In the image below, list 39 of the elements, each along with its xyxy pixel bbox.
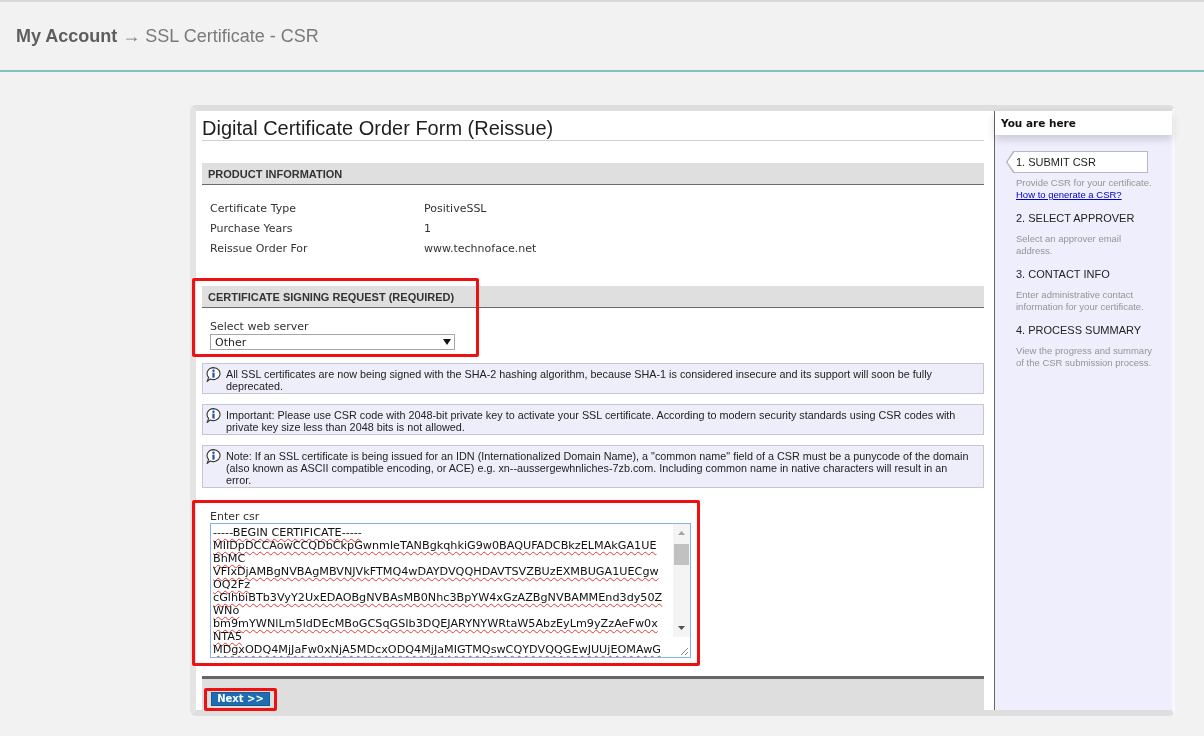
info-label: Certificate Type: [210, 201, 297, 217]
scroll-down-icon[interactable]: [678, 626, 685, 630]
scrollbar[interactable]: [673, 524, 690, 637]
scrollbar-thumb[interactable]: [674, 544, 689, 565]
step-title: 3. CONTACT INFO: [1015, 267, 1111, 282]
field-label: Enter csr: [210, 511, 261, 523]
scroll-up-icon[interactable]: [678, 531, 685, 535]
sidebar-heading: You are here: [995, 111, 1172, 135]
step-description: Provide CSR for your certificate.: [1015, 176, 1153, 189]
section-heading: CERTIFICATE SIGNING REQUEST (REQUIRED): [202, 286, 984, 308]
info-label: Reissue Order For: [210, 241, 309, 257]
step-description: View the progress and summary of the CSR submission process.: [1015, 344, 1154, 369]
info-value: 1: [424, 221, 431, 237]
notice-text: Important: Please use CSR code with 2048-bit private key to activate your SSL certificate. According to modern security standards using CSR codes with private key size less than 2048 bits is not allowed.: [226, 408, 957, 433]
breadcrumb-separator: →: [122, 25, 141, 48]
resize-grip-icon[interactable]: [680, 647, 688, 655]
form-title: Digital Certificate Order Form (Reissue): [202, 111, 984, 141]
web-server-select[interactable]: Other: [210, 334, 455, 350]
csr-textarea[interactable]: -----BEGIN CERTIFICATE----- MIIDpDCCAowCCQDbCkpGwnmleTANBgkqhkiG9w0BAQUFADCBkzELMAkGA1UE BhMC VFIxDjAMBgNVBAgMBVNJVkFTMQ4wDAYDVQQHDAVTSVZBUzEXMBUGA1UECgw OQ2Fz cGlhbiBTb3VyY2UxEDAOBgNVBAsMB0Nhc3BpYW4xGzAZBgNVBAMMEnd3dy50Z WNo bm9mYWNlLm5ldDEcMBoGCSqGSIb3DQEJARYNYWRtaW5AbzEyLm9yZzAeFw0x NTA5 MDgxODQ4MjJaFw0xNjA5MDcxODQ4MjJaMIGTMQswCQYDVQQGEwJUUjEOMAwG: [210, 523, 691, 658]
breadcrumb-current: SSL Certificate - CSR: [145, 25, 319, 48]
info-icon: [206, 449, 221, 464]
field-label: Select web server: [210, 320, 310, 334]
info-label: Purchase Years: [210, 221, 294, 237]
section-heading: PRODUCT INFORMATION: [202, 163, 984, 185]
breadcrumb-link[interactable]: My Account: [16, 24, 118, 48]
info-value: PositiveSSL: [424, 201, 487, 217]
notice-text: Note: If an SSL certificate is being issued for an IDN (Internationalized Domain Name), a "common name" field of a CSR must be a punycode of the domain (also known as ASCII compatible encoding, or ACE) e.g. xn--aussergewhnliches-7zb.com. Including common name in native characters will result in an error.: [226, 449, 970, 486]
step-title: 2. SELECT APPROVER: [1015, 211, 1136, 226]
info-icon: [206, 408, 221, 423]
caret-icon: [443, 339, 451, 345]
step-description: Enter administrative contact information for your certificate.: [1015, 288, 1145, 313]
next-button[interactable]: Next >>: [211, 692, 270, 706]
notice-text: All SSL certificates are now being signed with the SHA-2 hashing algorithm, because SHA-1 is considered insecure and its support will soon be fully deprecated.: [226, 367, 933, 392]
step-description: Select an approver email address.: [1015, 232, 1123, 257]
info-icon: [206, 367, 221, 382]
help-link[interactable]: How to generate a CSR?: [1016, 189, 1122, 200]
step-title: 1. SUBMIT CSR: [1006, 151, 1148, 173]
step-title: 4. PROCESS SUMMARY: [1015, 323, 1143, 338]
info-value: www.technoface.net: [424, 241, 537, 257]
